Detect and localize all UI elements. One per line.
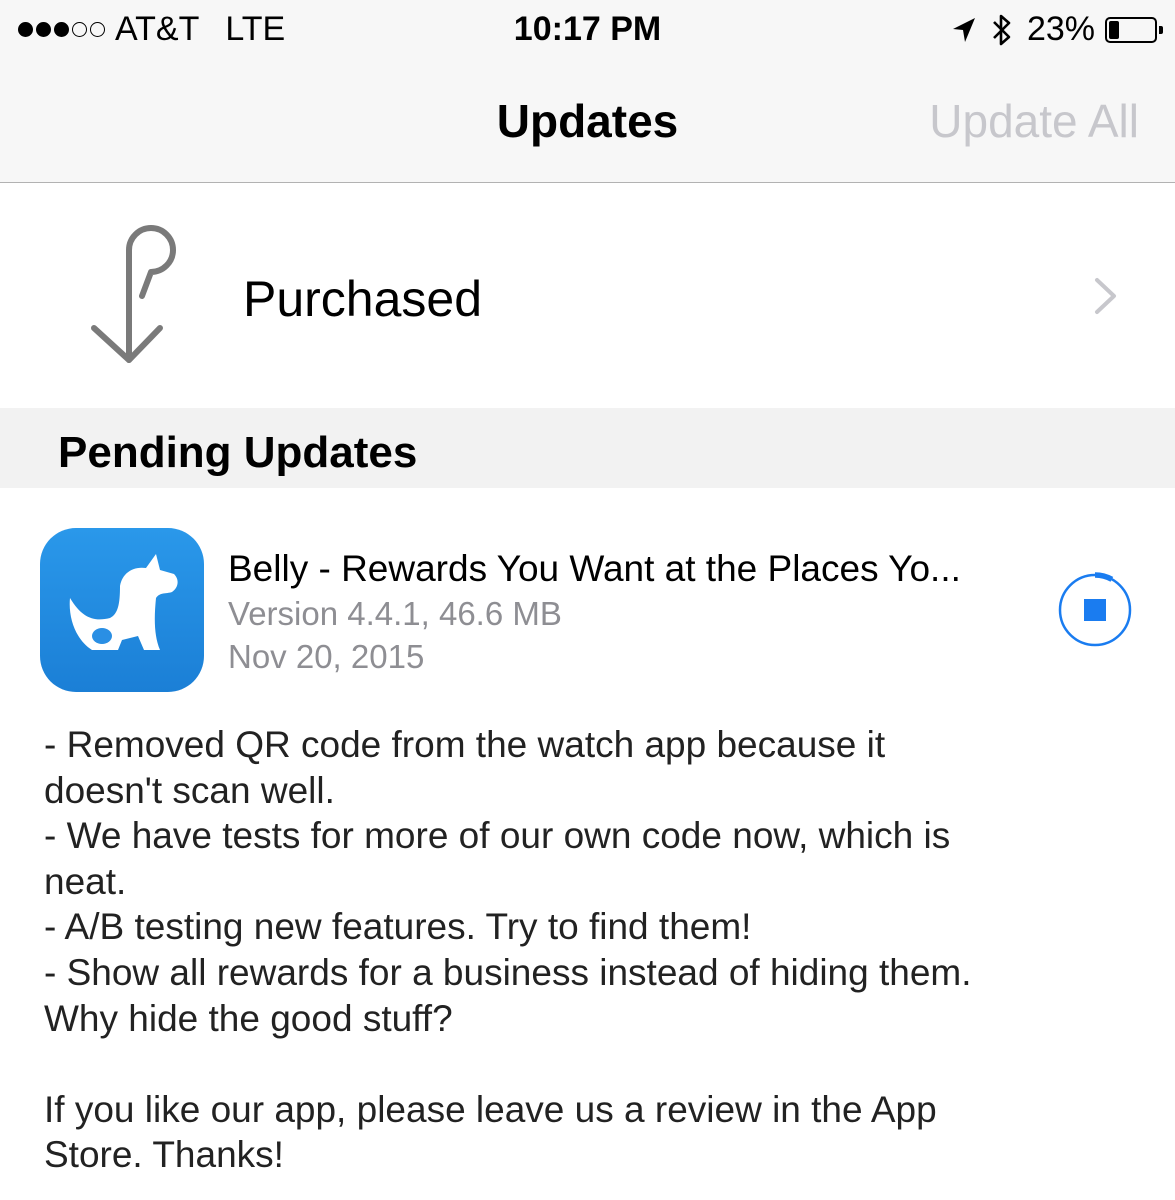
- notes-line: If you like our app, please leave us a r…: [44, 1088, 937, 1130]
- battery-tip: [1159, 25, 1163, 34]
- notes-line: Store. Thanks!: [44, 1134, 284, 1176]
- purchased-download-icon: [82, 224, 198, 371]
- location-arrow-icon: [951, 15, 977, 45]
- section-header: Pending Updates: [0, 408, 1175, 488]
- stop-download-button[interactable]: [1057, 572, 1133, 648]
- notes-spacer: [44, 1041, 1144, 1087]
- status-bar: AT&T LTE 10:17 PM 23%: [0, 0, 1175, 62]
- bluetooth-icon: [991, 13, 1013, 47]
- chevron-right-icon: [1090, 276, 1120, 321]
- update-all-button[interactable]: Update All: [929, 94, 1139, 148]
- app-version-size: Version 4.4.1, 46.6 MB: [228, 595, 562, 632]
- navigation-bar: Updates Update All: [0, 62, 1175, 183]
- app-release-date: Nov 20, 2015: [228, 638, 425, 675]
- battery-percent: 23%: [1026, 10, 1095, 48]
- notes-line: - Removed QR code from the watch app bec…: [44, 724, 886, 765]
- pending-updates-title: Pending Updates: [58, 428, 418, 477]
- notes-line: - Show all rewards for a business instea…: [44, 951, 972, 993]
- notes-line: doesn't scan well.: [44, 769, 335, 811]
- notes-line: - A/B testing new features. Try to find …: [44, 906, 752, 948]
- stop-square-icon: [1084, 599, 1106, 621]
- purchased-row[interactable]: Purchased: [0, 184, 1175, 408]
- release-notes: - Removed QR code from the watch app bec…: [44, 722, 1144, 1178]
- notes-line: - We have tests for more of our own code…: [44, 815, 951, 857]
- notes-line: Why hide the good stuff?: [44, 997, 453, 1039]
- app-name: Belly - Rewards You Want at the Places Y…: [228, 548, 961, 589]
- notes-line: neat.: [44, 860, 127, 902]
- status-right: 23%: [951, 10, 1163, 49]
- battery-level: [1109, 20, 1119, 39]
- belly-dog-icon: [40, 528, 204, 692]
- purchased-label: Purchased: [243, 271, 483, 327]
- battery-icon: [1105, 16, 1163, 43]
